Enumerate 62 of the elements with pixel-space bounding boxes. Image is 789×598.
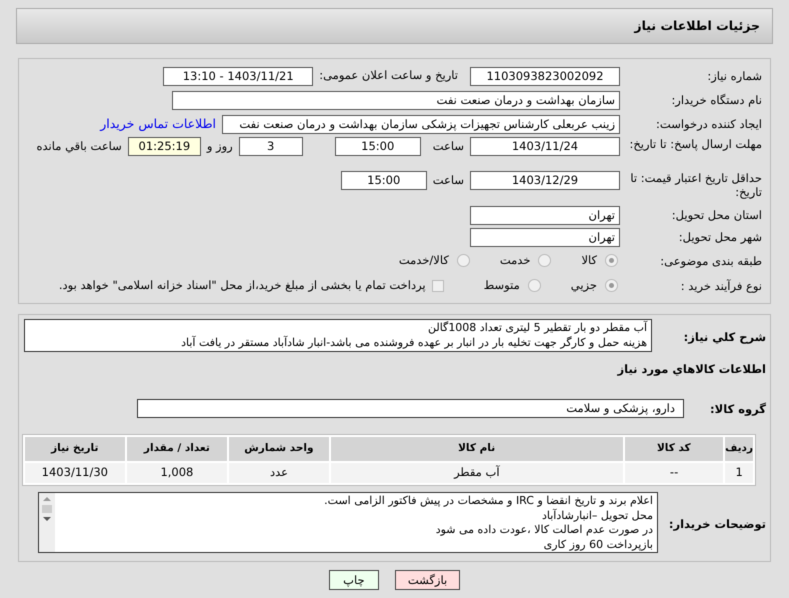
column-header: تاریخ نیاز (24, 437, 125, 461)
field-label: روز و (206, 138, 233, 155)
field-label: کالا/خدمت (398, 252, 449, 269)
field-label: متوسط (484, 276, 520, 294)
column-header: کد کالا (624, 437, 724, 461)
column-header: تعداد / مقدار (126, 437, 228, 461)
description-textarea[interactable]: آب مقطر دو بار تقطیر 5 لیتری تعداد 1008گالن هزینه حمل و کارگر جهت تخلیه بار در انبار بر عهده فروشنده می باشد-انبار شادآباد مستقر در یافت آباد (24, 319, 652, 352)
field-label: حداقل تاریخ اعتبار قیمت: تا تاریخ: (630, 171, 762, 199)
text-field[interactable]: 1403/11/21 - 13:10 (163, 66, 314, 86)
field-label: استان محل تحویل: (672, 208, 762, 222)
radio-button[interactable] (528, 279, 541, 292)
radio-button[interactable] (538, 254, 552, 267)
field-label: نوع فرآیند خرید : (680, 278, 762, 292)
field-label: ایجاد کننده درخواست: (656, 117, 762, 131)
column-header: ردیف (725, 437, 753, 461)
table-cell: آب مقطر (330, 463, 623, 483)
section-title: اطلاعات کالاهاي مورد نياز (618, 362, 766, 376)
text-field[interactable]: 3 (238, 137, 303, 156)
field-label: گروه کالا: (710, 402, 766, 416)
text-field[interactable]: زینب عربعلی کارشناس تجهیزات پزشکی سازمان بهداشت و درمان صنعت نفت (222, 114, 620, 134)
print-button[interactable]: چاپ (328, 570, 379, 590)
table-cell: 1 (725, 463, 753, 483)
field-label: طبقه بندی موضوعی: (660, 254, 762, 268)
text-field[interactable]: 01:25:19 (128, 137, 201, 156)
text-field[interactable]: 1103093823002092 (470, 66, 620, 86)
table-cell: -- (624, 463, 724, 483)
column-header: واحد شمارش (229, 437, 329, 461)
buyer-contact-link[interactable]: اطلاعات تماس خریدار (100, 114, 216, 134)
field-label: مهلت ارسال پاسخ: تا تاریخ: (629, 137, 762, 151)
text-field[interactable]: سازمان بهداشت و درمان صنعت نفت (172, 90, 620, 110)
scrollbar[interactable] (39, 493, 55, 552)
field-label: پرداخت تمام یا بخشی از مبلغ خرید،از محل "اسناد خزانه اسلامی" خواهد بود. (58, 276, 426, 294)
text-field[interactable]: 15:00 (340, 171, 427, 190)
table-cell: 1,008 (126, 463, 228, 483)
text-field[interactable]: تهران (470, 228, 620, 246)
text-field[interactable]: تهران (470, 206, 620, 224)
radio-button[interactable] (605, 254, 618, 267)
radio-button[interactable] (456, 254, 470, 267)
field-label: توضیحات خریدار: (668, 516, 766, 530)
field-label: ساعت باقي مانده (36, 138, 122, 155)
table-cell: عدد (229, 463, 329, 483)
field-label: کالا (581, 252, 597, 269)
field-label: شهر محل تحویل: (678, 230, 762, 244)
field-label: نام دستگاه خریدار: (671, 93, 762, 107)
text-field[interactable]: 15:00 (334, 137, 421, 156)
text-field[interactable]: 1403/12/29 (470, 171, 620, 190)
back-button[interactable]: بازگشت (394, 570, 460, 590)
column-header: نام کالا (330, 437, 623, 461)
checkbox[interactable] (432, 280, 444, 292)
field-label: شماره نیاز: (707, 69, 762, 83)
table-cell: 1403/11/30 (25, 463, 125, 483)
notes-textarea[interactable]: اعلام برند و تاریخ انقضا و IRC و مشخصات در پیش فاکتور الزامی است. محل تحویل –انبارشادآباد در صورت عدم اصالت کالا ،عودت داده می شود بازپرداخت 60 روز کاری (38, 492, 658, 553)
text-field[interactable]: دارو، پزشکی و سلامت (137, 398, 684, 418)
field-label: ساعت (432, 138, 464, 155)
radio-button[interactable] (605, 279, 618, 292)
text-field[interactable]: 1403/11/24 (470, 137, 620, 156)
field-label: جزیي (570, 276, 597, 294)
field-label: خدمت (500, 252, 530, 269)
field-label: شرح کلي نياز: (684, 330, 766, 344)
field-label: ساعت (432, 172, 464, 189)
field-label: تاریخ و ساعت اعلان عمومی: (319, 67, 458, 84)
page-title: جزئیات اطلاعات نیاز (634, 16, 760, 35)
